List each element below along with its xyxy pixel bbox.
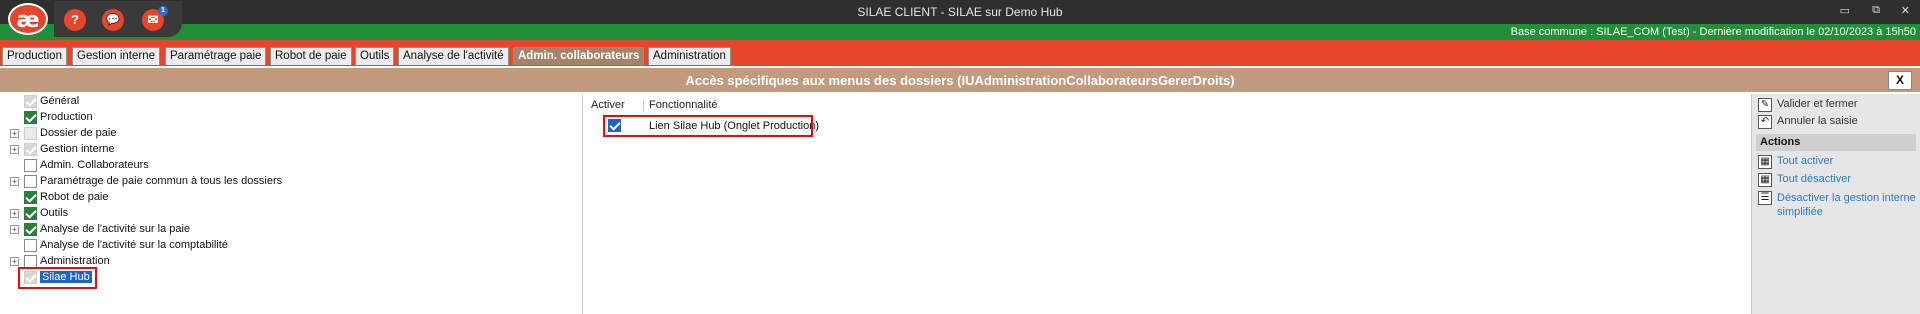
expand-icon[interactable]: +	[10, 257, 19, 266]
tree-checkbox[interactable]	[24, 239, 37, 252]
tree-item-label: Admin. Collaborateurs	[40, 159, 149, 171]
expand-icon[interactable]: +	[10, 145, 19, 154]
tree-item-general[interactable]: Général	[0, 94, 580, 109]
activate-all-link[interactable]: ▦ Tout activer	[1758, 154, 1918, 170]
tree-checkbox	[24, 127, 37, 140]
page-title: Accès spécifiques aux menus des dossiers…	[685, 73, 1235, 88]
restore-icon[interactable]: ⧉	[1872, 4, 1880, 17]
page-header: Accès spécifiques aux menus des dossiers…	[0, 68, 1920, 92]
annotation-highlight-silae-hub	[18, 267, 97, 289]
disable-simplified-label: Désactiver la gestion interne simplifiée	[1777, 192, 1916, 218]
tree-item-label: Production	[40, 111, 93, 123]
tree-checkbox[interactable]	[24, 207, 37, 220]
tab-production[interactable]: Production	[2, 47, 67, 65]
tab-gestion-interne[interactable]: Gestion interne	[72, 47, 160, 65]
tree-item-analyse-paie[interactable]: + Analyse de l'activité sur la paie	[0, 222, 580, 237]
tree-item-label: Général	[40, 95, 80, 107]
tree-item-label: Analyse de l'activité sur la comptabilit…	[40, 239, 228, 251]
deactivate-all-label: Tout désactiver	[1777, 173, 1851, 185]
cancel-label: Annuler la saisie	[1777, 115, 1858, 127]
silae-logo[interactable]: æ	[8, 3, 48, 35]
expand-icon[interactable]: +	[10, 177, 19, 186]
tree-item-label: Dossier de paie	[40, 127, 117, 139]
tree-checkbox[interactable]	[24, 159, 37, 172]
window-title: SILAE CLIENT - SILAE sur Demo Hub	[857, 5, 1063, 19]
deactivate-all-link[interactable]: ▦ Tout désactiver	[1758, 172, 1918, 188]
chat-icon[interactable]: 💬	[102, 9, 124, 31]
tree-checkbox	[24, 143, 37, 156]
title-bar: SILAE CLIENT - SILAE sur Demo Hub ▭ ⧉ ✕	[0, 0, 1920, 24]
disable-simplified-link[interactable]: ☰ Désactiver la gestion interne simplifi…	[1758, 190, 1918, 222]
list-icon: ☰	[1758, 191, 1772, 205]
cancel-button[interactable]: ↶ Annuler la saisie	[1758, 114, 1918, 130]
tree-item-outils[interactable]: + Outils	[0, 206, 580, 221]
expand-icon[interactable]: +	[10, 129, 19, 138]
tree-item-gestion-interne[interactable]: + Gestion interne	[0, 142, 580, 157]
expand-icon[interactable]: +	[10, 225, 19, 234]
tree-item-robot-de-paie[interactable]: Robot de paie	[0, 190, 580, 205]
tree-item-label: Analyse de l'activité sur la paie	[40, 223, 191, 235]
tab-admin-collaborateurs[interactable]: Admin. collaborateurs	[513, 47, 645, 65]
tab-robot-de-paie[interactable]: Robot de paie	[270, 47, 352, 65]
tree-item-dossier-de-paie[interactable]: + Dossier de paie	[0, 126, 580, 141]
tree-checkbox	[24, 95, 37, 108]
tab-administration[interactable]: Administration	[648, 47, 731, 65]
activate-all-label: Tout activer	[1777, 155, 1834, 167]
database-info: Base commune : SILAE_COM (Test) - Derniè…	[1510, 26, 1916, 38]
annotation-highlight-feature	[603, 115, 813, 137]
tab-outils[interactable]: Outils	[355, 47, 395, 65]
top-icon-bar: ? 💬 ✉ 1	[54, 1, 182, 37]
tree-item-parametrage-commun[interactable]: + Paramétrage de paie commun à tous les …	[0, 174, 580, 189]
tree-checkbox[interactable]	[24, 223, 37, 236]
column-header-activer[interactable]: Activer	[591, 99, 625, 111]
mail-icon[interactable]: ✉ 1	[142, 6, 168, 31]
notification-badge: 1	[158, 6, 168, 16]
tree-item-admin-collaborateurs[interactable]: Admin. Collaborateurs	[0, 158, 580, 173]
close-button[interactable]: X	[1888, 71, 1912, 90]
tree-item-analyse-comptabilite[interactable]: Analyse de l'activité sur la comptabilit…	[0, 238, 580, 253]
validate-label: Valider et fermer	[1777, 98, 1858, 110]
minimize-icon[interactable]: ▭	[1840, 4, 1850, 17]
tree-item-label: Administration	[40, 255, 110, 267]
tree-checkbox[interactable]	[24, 111, 37, 124]
tree-checkbox[interactable]	[24, 191, 37, 204]
tab-analyse-activite[interactable]: Analyse de l'activité	[398, 47, 509, 65]
column-separator	[643, 99, 644, 113]
close-window-icon[interactable]: ✕	[1901, 4, 1910, 17]
expand-icon[interactable]: +	[10, 209, 19, 218]
tab-parametrage-paie[interactable]: Paramétrage paie	[165, 47, 267, 65]
tree-item-production[interactable]: Production	[0, 110, 580, 125]
tree-item-label: Gestion interne	[40, 143, 115, 155]
grid-uncheck-icon: ▦	[1758, 173, 1772, 187]
validate-button[interactable]: ✎ Valider et fermer	[1758, 97, 1918, 113]
mail-glyph: ✉	[147, 12, 159, 27]
main-tab-bar: Production Gestion interne Paramétrage p…	[0, 40, 1920, 66]
status-bar: Base commune : SILAE_COM (Test) - Derniè…	[0, 24, 1920, 40]
undo-icon: ↶	[1758, 115, 1772, 129]
pencil-icon: ✎	[1758, 98, 1772, 112]
tree-checkbox[interactable]	[24, 175, 37, 188]
actions-panel: ✎ Valider et fermer ↶ Annuler la saisie …	[1751, 94, 1920, 314]
features-grid: Activer Fonctionnalité Lien Silae Hub (O…	[583, 94, 1751, 314]
tree-item-label: Robot de paie	[40, 191, 109, 203]
actions-section-title: Actions	[1756, 134, 1916, 151]
tree-item-label: Paramétrage de paie commun à tous les do…	[40, 175, 283, 187]
grid-header: Activer Fonctionnalité	[583, 99, 1751, 113]
column-header-fonctionnalite[interactable]: Fonctionnalité	[649, 99, 718, 111]
grid-check-icon: ▦	[1758, 155, 1772, 169]
tree-item-label: Outils	[40, 207, 69, 219]
help-icon[interactable]: ?	[64, 9, 86, 31]
